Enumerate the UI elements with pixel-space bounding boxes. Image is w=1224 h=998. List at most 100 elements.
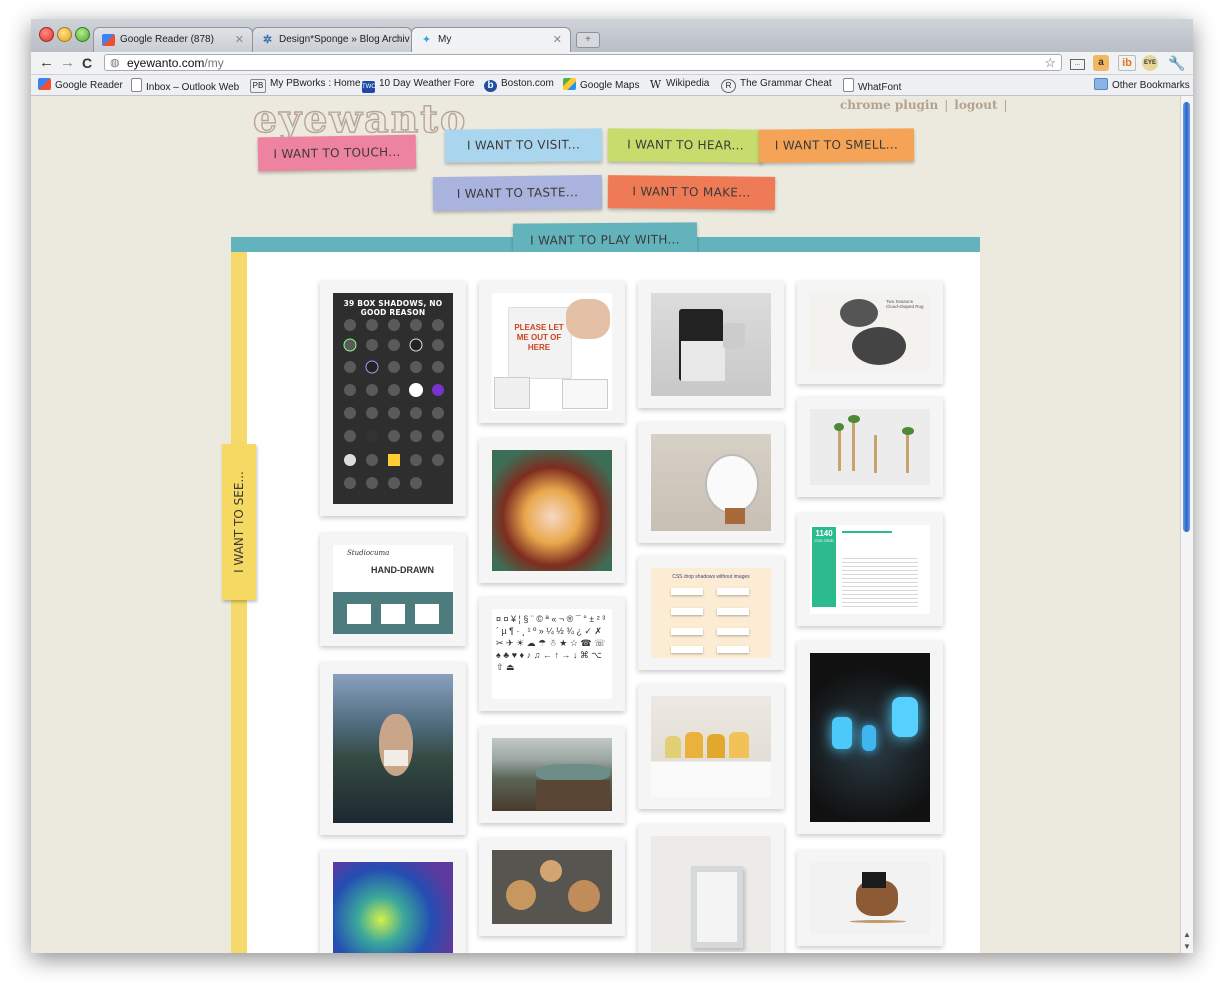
close-tab-icon[interactable]: ✕ <box>235 33 244 46</box>
bookmark-weather[interactable]: TWC 10 Day Weather Fore <box>362 78 474 93</box>
css-shadows-image: CSS drop shadows without images <box>651 568 771 658</box>
card-caption: 1140 <box>815 529 833 538</box>
card-caption: CSS drop shadows without images <box>672 574 750 580</box>
reload-icon[interactable]: C <box>82 54 92 72</box>
bookmark-google-reader[interactable]: Google Reader <box>38 78 123 91</box>
tab-title: Google Reader (878) <box>120 34 214 45</box>
rocking-chair-image <box>810 862 930 934</box>
new-tab-button[interactable]: + <box>576 32 600 48</box>
page-icon[interactable]: ... <box>1070 59 1085 70</box>
card-box-shadows[interactable]: 39 BOX SHADOWS, NO GOOD REASON <box>320 281 466 516</box>
tab-google-reader[interactable]: Google Reader (878) ✕ <box>93 27 253 52</box>
bookmark-whatfont[interactable]: WhatFont <box>843 78 901 93</box>
wikipedia-icon: W <box>649 78 662 91</box>
close-tab-icon[interactable]: ✕ <box>394 33 403 46</box>
bookmark-star-icon[interactable]: ☆ <box>1044 55 1056 71</box>
top-links: chrome plugin | logout | <box>837 98 1011 112</box>
card-lamps[interactable] <box>479 838 625 936</box>
google-reader-icon <box>38 78 51 90</box>
card-horn[interactable] <box>638 422 784 543</box>
toolbar: ← → C ◍ eyewanto.com/my ☆ ... a ib EYE 🔧 <box>31 52 1193 75</box>
bookmark-label: Inbox – Outlook Web <box>146 82 240 93</box>
pbworks-icon: PB <box>250 79 266 93</box>
scroll-up-arrow-icon[interactable]: ▲ <box>1183 930 1191 939</box>
card-rocking-chair[interactable] <box>797 850 943 946</box>
cloud-rug-image: Two Seasons Cloud-shaped Rug <box>810 293 930 372</box>
category-hear[interactable]: I WANT TO HEAR... <box>607 128 764 163</box>
category-smell[interactable]: I WANT TO SMELL... <box>758 128 915 163</box>
card-glowing-bottles[interactable] <box>797 641 943 834</box>
bookmark-label: Google Maps <box>580 80 640 91</box>
card-neon-hand[interactable] <box>320 850 466 953</box>
design-sponge-icon: ✲ <box>262 34 273 46</box>
bookmark-label: 10 Day Weather Fore <box>379 78 475 89</box>
card-hanging-nest[interactable] <box>320 662 466 835</box>
bookmark-label: Google Reader <box>55 80 123 91</box>
category-make[interactable]: I WANT TO MAKE... <box>607 175 776 210</box>
tab-strip: Google Reader (878) ✕ ✲ Design*Sponge » … <box>31 19 1193 52</box>
bookmark-label: My PBworks : Home <box>270 78 361 89</box>
amazon-icon[interactable]: a <box>1093 55 1109 71</box>
bookmark-pbworks[interactable]: PB My PBworks : Home <box>250 78 361 93</box>
illustration-image <box>492 450 612 571</box>
card-css-shadows[interactable]: CSS drop shadows without images <box>638 556 784 670</box>
card-marble-frame[interactable] <box>638 824 784 953</box>
forward-arrow-icon[interactable]: → <box>60 54 75 72</box>
card-cloud-rug[interactable]: Two Seasons Cloud-shaped Rug <box>797 281 943 384</box>
card-camera-speaker[interactable] <box>638 281 784 408</box>
other-bookmarks[interactable]: Other Bookmarks <box>1094 78 1190 91</box>
neon-hand-image <box>333 862 453 953</box>
close-tab-icon[interactable]: ✕ <box>553 33 562 46</box>
card-glyphs[interactable]: ¤ ¤ ¥ ¦ § ¨ © ª « ¬ ® ¯ ° ± ² ³ ´ µ ¶ · … <box>479 597 625 711</box>
scrollbar-thumb[interactable] <box>1183 102 1190 532</box>
card-illustration[interactable] <box>479 438 625 583</box>
card-mug[interactable]: PLEASE LET ME OUT OF HERE <box>479 281 625 423</box>
globe-icon: ◍ <box>110 57 120 69</box>
bookmark-wikipedia[interactable]: W Wikipedia <box>649 78 710 91</box>
category-touch[interactable]: I WANT TO TOUCH... <box>257 134 417 172</box>
grammar-icon: R <box>721 79 736 93</box>
tab-design-sponge[interactable]: ✲ Design*Sponge » Blog Archiv ✕ <box>252 27 412 52</box>
chrome-plugin-link[interactable]: chrome plugin <box>840 98 938 112</box>
zoom-window-button[interactable] <box>75 27 90 42</box>
pool-image <box>492 738 612 811</box>
close-window-button[interactable] <box>39 27 54 42</box>
bookmark-grammar-cheat[interactable]: R The Grammar Cheat <box>721 78 832 93</box>
bookmark-outlook[interactable]: Inbox – Outlook Web <box>131 78 239 93</box>
address-bar[interactable]: ◍ eyewanto.com/my ☆ <box>104 54 1062 71</box>
card-hand-drawn[interactable]: Studiocuma HAND-DRAWN <box>320 533 466 646</box>
google-reader-icon <box>102 34 115 46</box>
category-taste[interactable]: I WANT TO TASTE... <box>432 174 603 212</box>
bookmark-label: Wikipedia <box>666 78 710 89</box>
card-jelly-lamps[interactable] <box>638 684 784 809</box>
url-host: eyewanto.com <box>127 56 205 70</box>
back-arrow-icon[interactable]: ← <box>39 54 54 72</box>
card-pool[interactable] <box>479 726 625 823</box>
tab-title: Design*Sponge » Blog Archiv <box>279 34 410 45</box>
category-visit[interactable]: I WANT TO VISIT... <box>444 128 603 163</box>
card-caption: CSS GRID <box>814 538 834 543</box>
tab-my[interactable]: ✦ My ✕ <box>411 27 571 52</box>
scroll-down-arrow-icon[interactable]: ▼ <box>1183 942 1191 951</box>
bookmark-google-maps[interactable]: Google Maps <box>563 78 639 91</box>
ib-icon[interactable]: ib <box>1118 55 1136 71</box>
category-see[interactable]: I WANT TO SEE... <box>222 444 256 600</box>
vertical-scrollbar[interactable]: ▲ ▼ <box>1180 96 1193 953</box>
site-logo[interactable]: eyewanto <box>252 96 467 142</box>
minimize-window-button[interactable] <box>57 27 72 42</box>
weather-channel-icon: TWC <box>362 81 376 93</box>
page-icon <box>131 78 142 92</box>
card-caption: Two Seasons Cloud-shaped Rug <box>886 299 924 309</box>
bookmark-boston[interactable]: b Boston.com <box>484 78 554 92</box>
eye-icon[interactable]: EYE <box>1142 55 1158 71</box>
category-see-label: I WANT TO SEE... <box>232 471 246 573</box>
bookmarks-bar: Google Reader Inbox – Outlook Web PB My P… <box>31 75 1193 96</box>
separator: | <box>944 98 949 112</box>
card-1140-grid[interactable]: 1140 CSS GRID <box>797 513 943 626</box>
card-caption: Studiocuma <box>347 549 390 557</box>
card-planters[interactable] <box>797 397 943 497</box>
box-shadows-image: 39 BOX SHADOWS, NO GOOD REASON <box>333 293 453 504</box>
logout-link[interactable]: logout <box>954 98 997 112</box>
wrench-icon[interactable]: 🔧 <box>1168 55 1185 71</box>
card-caption: PLEASE LET ME OUT OF HERE <box>514 323 564 352</box>
